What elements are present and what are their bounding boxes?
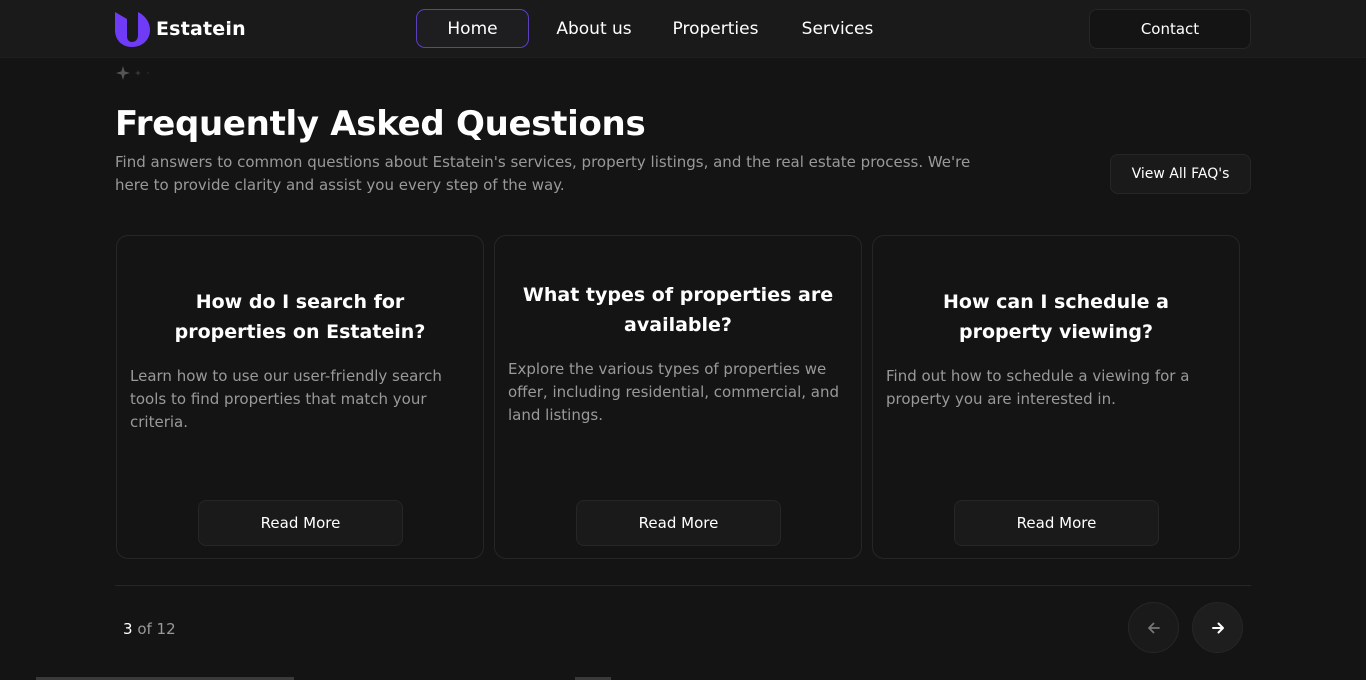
pagination-total: 12	[156, 620, 176, 638]
faq-answer: Explore the various types of properties …	[508, 360, 840, 424]
faq-question: How can I schedule a property viewing?	[943, 291, 1169, 343]
contact-button[interactable]: Contact	[1089, 9, 1251, 49]
read-more-button[interactable]: Read More	[198, 500, 403, 546]
nav-item-about-us[interactable]: About us	[544, 9, 644, 48]
faq-card: How can I schedule a property viewing? F…	[872, 235, 1240, 559]
next-page-button[interactable]	[1192, 602, 1243, 653]
read-more-button[interactable]: Read More	[576, 500, 781, 546]
pagination-current: 3	[123, 620, 133, 638]
faq-answer: Learn how to use our user-friendly searc…	[130, 367, 442, 431]
arrow-left-icon	[1147, 622, 1160, 633]
estatein-logo-icon	[115, 11, 150, 47]
faq-card: What types of properties are available? …	[494, 235, 862, 559]
pagination-counter: 3 of 12	[123, 620, 176, 638]
view-all-faqs-button[interactable]: View All FAQ's	[1110, 154, 1251, 194]
brand-name: Estatein	[156, 18, 246, 40]
faq-card: How do I search for properties on Estate…	[116, 235, 484, 559]
site-header: Estatein Home About us Properties Servic…	[0, 0, 1366, 58]
nav-item-home[interactable]: Home	[416, 9, 529, 48]
faq-answer: Find out how to schedule a viewing for a…	[886, 367, 1190, 408]
faq-question: How do I search for properties on Estate…	[174, 291, 426, 343]
arrow-right-icon	[1211, 622, 1224, 633]
faq-title: Frequently Asked Questions	[115, 104, 646, 144]
faq-question: What types of properties are available?	[522, 284, 834, 336]
sparkles-icon	[116, 66, 150, 80]
nav-item-properties[interactable]: Properties	[662, 9, 769, 48]
previous-page-button[interactable]	[1128, 602, 1179, 653]
pagination-separator: of	[132, 620, 157, 638]
brand-logo[interactable]: Estatein	[115, 11, 246, 47]
read-more-button[interactable]: Read More	[954, 500, 1159, 546]
faq-subtitle: Find answers to common questions about E…	[115, 153, 971, 194]
nav-item-services[interactable]: Services	[790, 9, 885, 48]
section-divider	[115, 585, 1251, 586]
